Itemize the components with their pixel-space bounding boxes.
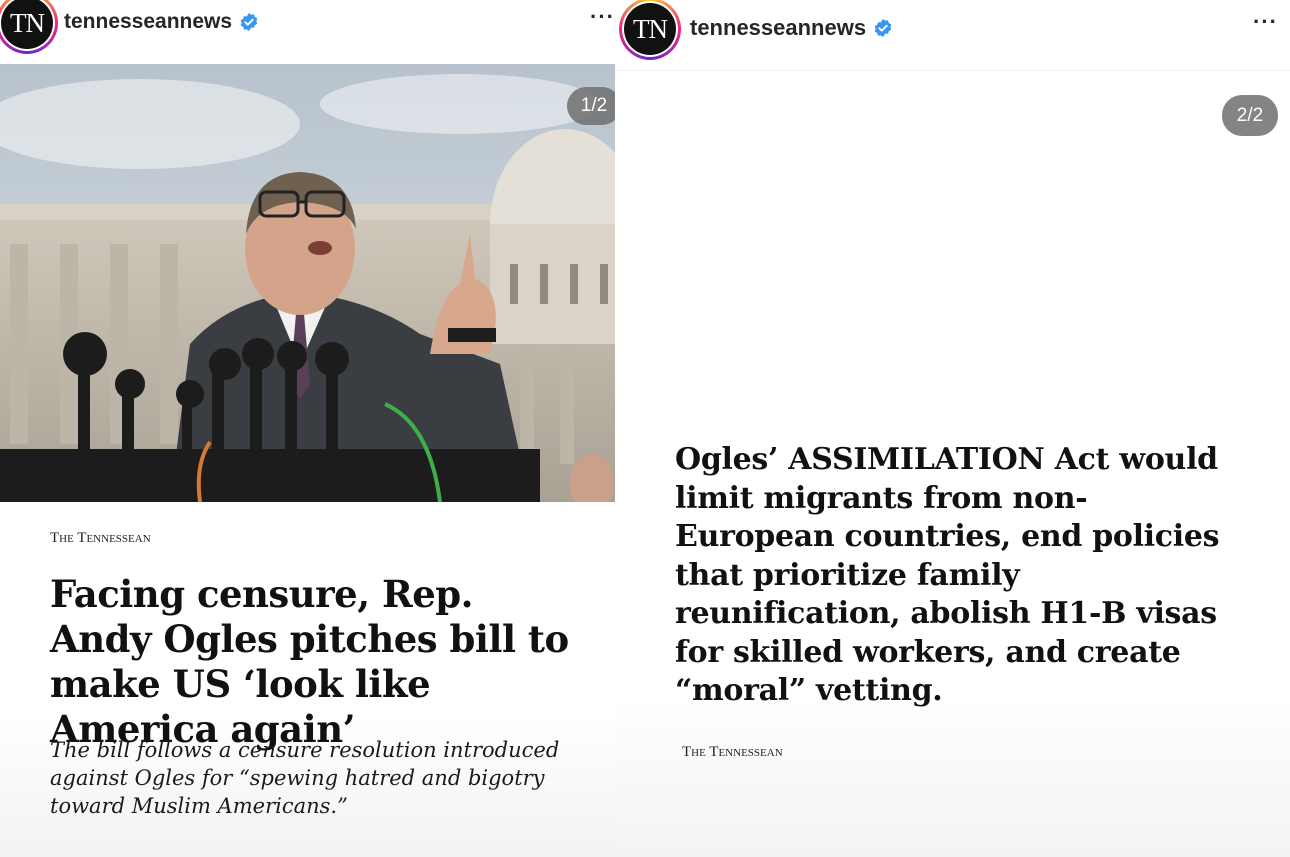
article-dek: The bill follows a censure resolution in…: [50, 738, 560, 818]
avatar[interactable]: TN: [619, 0, 681, 60]
publication-label: The Tennessean: [50, 530, 151, 546]
username-link[interactable]: tennesseannews: [64, 10, 259, 34]
username-link[interactable]: tennesseannews: [690, 15, 893, 41]
avatar[interactable]: TN: [0, 0, 58, 54]
post-header: TN tennesseannews ···: [615, 0, 1290, 71]
more-options-icon[interactable]: ···: [1253, 9, 1278, 35]
background-fade: [615, 697, 1290, 857]
username-label: tennesseannews: [64, 10, 233, 33]
publication-label: The Tennessean: [682, 744, 783, 760]
verified-badge-icon: [874, 18, 892, 38]
slide-counter: 2/2: [1222, 95, 1278, 136]
more-options-icon[interactable]: ···: [590, 4, 615, 30]
avatar-logo: TN: [1, 0, 53, 49]
slide-counter: 1/2: [567, 87, 615, 125]
news-photo: [0, 64, 615, 502]
avatar-logo: TN: [624, 3, 676, 55]
slide-body-text: Ogles’ ASSIMILATION Act would limit migr…: [675, 442, 1220, 708]
post-slide-1: TN tennesseannews ··· The Tennessean Fac…: [0, 0, 615, 857]
post-slide-2: TN tennesseannews ··· 2/2 Ogles’ ASSIMIL…: [615, 0, 1290, 857]
photo-illustration: [0, 64, 615, 502]
article-headline: Facing censure, Rep. Andy Ogles pitches …: [50, 572, 569, 751]
username-label: tennesseannews: [690, 15, 867, 40]
verified-badge-icon: [240, 12, 258, 32]
post-header: TN tennesseannews ···: [0, 0, 615, 64]
